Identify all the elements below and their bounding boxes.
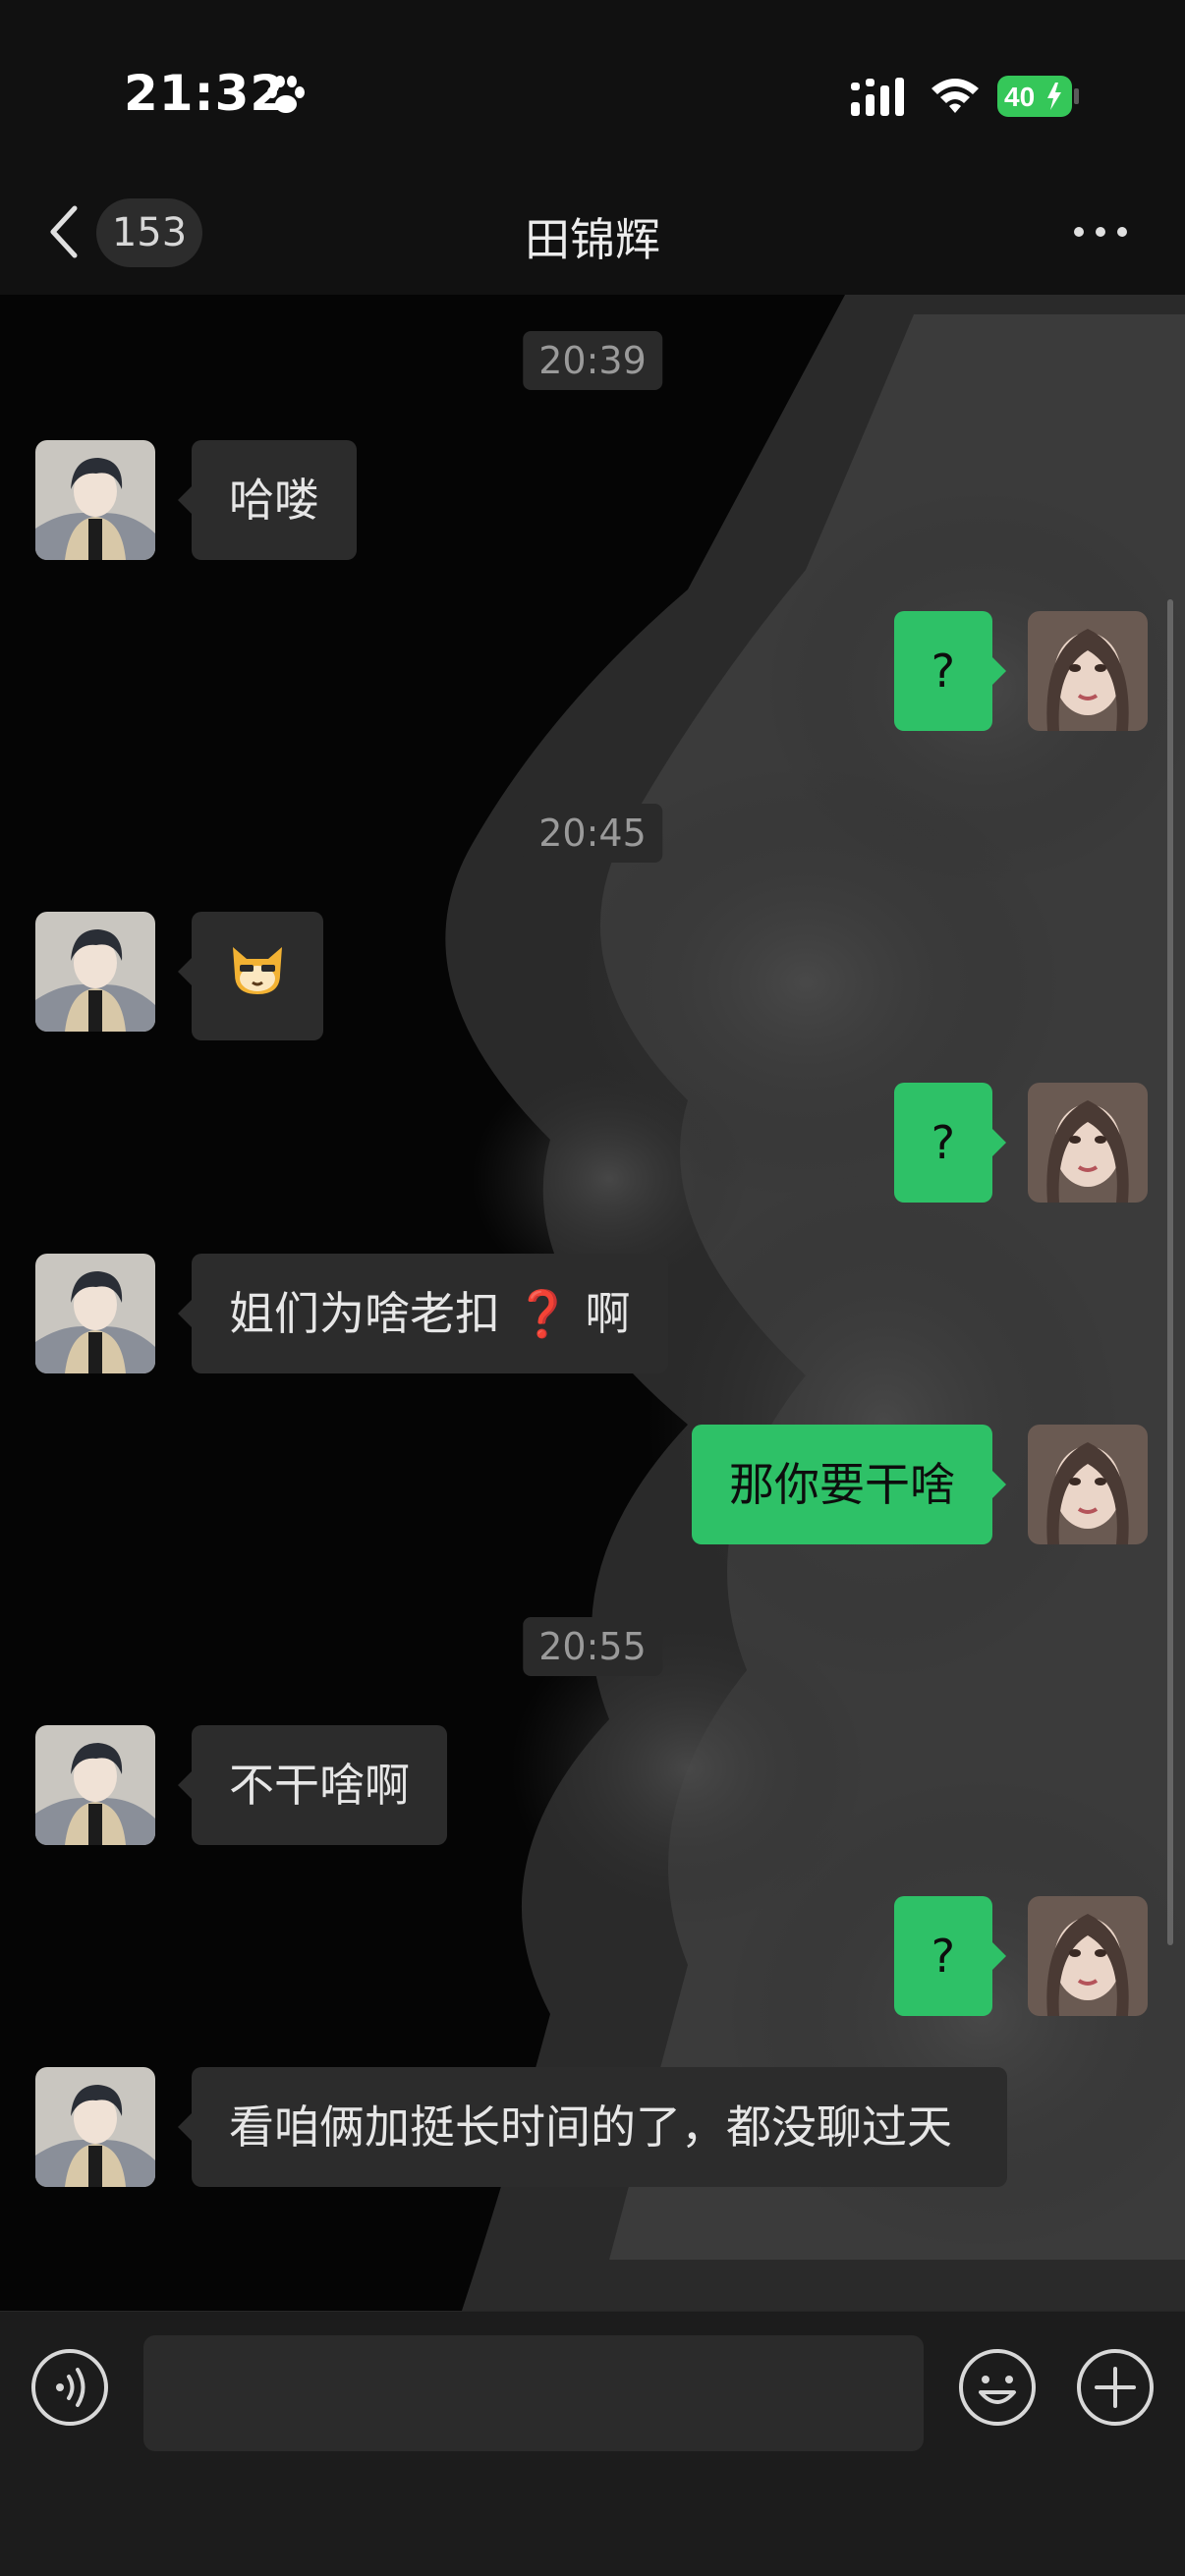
outgoing-message[interactable]: ? [893, 1896, 1007, 2016]
more-icon[interactable] [1071, 220, 1130, 244]
timestamp: 20:55 [523, 1617, 662, 1676]
message-text: 那你要干啥 [729, 1458, 955, 1511]
outgoing-message[interactable]: ? [893, 1083, 1007, 1203]
input-bar [0, 2311, 1185, 2576]
message-input[interactable] [143, 2335, 924, 2451]
incoming-message[interactable]: 哈喽 [178, 440, 357, 560]
chat-title: 田锦辉 [525, 213, 660, 266]
contact-avatar[interactable] [35, 912, 155, 1032]
incoming-message[interactable]: 不干啥啊 [178, 1725, 447, 1845]
incoming-emoji-message[interactable] [178, 912, 323, 1040]
status-time: 21:32 [124, 65, 286, 122]
wifi-icon [931, 79, 979, 113]
battery-level-text: 40 [1004, 82, 1035, 112]
message-text: 姐们为啥老扣 [229, 1287, 500, 1340]
my-avatar[interactable] [1028, 1896, 1148, 2016]
my-avatar[interactable] [1028, 1083, 1148, 1203]
outgoing-message[interactable]: ? [893, 611, 1007, 731]
message-text: ? [931, 1930, 955, 1983]
red-question-icon: ❓ [514, 1287, 571, 1340]
message-text: 啊 [585, 1287, 631, 1340]
incoming-message[interactable]: 姐们为啥老扣 ❓ 啊 [178, 1254, 668, 1373]
battery-icon: 40 [997, 76, 1079, 117]
status-bar: 21:32 40 [0, 0, 1185, 177]
timestamp: 20:45 [523, 804, 662, 863]
chat-scrollbar[interactable] [1167, 599, 1173, 1945]
contact-avatar[interactable] [35, 440, 155, 560]
message-text: ? [931, 1116, 955, 1169]
timestamp: 20:39 [523, 331, 662, 390]
message-text: 看咱俩加挺长时间的了，都没聊过天 [229, 2100, 952, 2154]
signal-icon [851, 78, 904, 116]
my-avatar[interactable] [1028, 611, 1148, 731]
cat-emoji-icon [227, 947, 288, 1009]
voice-icon[interactable] [29, 2347, 110, 2428]
message-text: 不干啥啊 [229, 1759, 410, 1812]
contact-avatar[interactable] [35, 1725, 155, 1845]
my-avatar[interactable] [1028, 1425, 1148, 1544]
message-text: 哈喽 [229, 474, 319, 527]
plus-icon[interactable] [1075, 2347, 1156, 2428]
outgoing-message[interactable]: 那你要干啥 [692, 1425, 1006, 1544]
nav-bar: 153 田锦辉 [0, 177, 1185, 295]
message-text: ? [931, 644, 955, 698]
contact-avatar[interactable] [35, 1254, 155, 1373]
incoming-message[interactable]: 看咱俩加挺长时间的了，都没聊过天 [178, 2067, 1007, 2187]
paw-icon [267, 76, 305, 113]
contact-avatar[interactable] [35, 2067, 155, 2187]
emoji-icon[interactable] [957, 2347, 1038, 2428]
